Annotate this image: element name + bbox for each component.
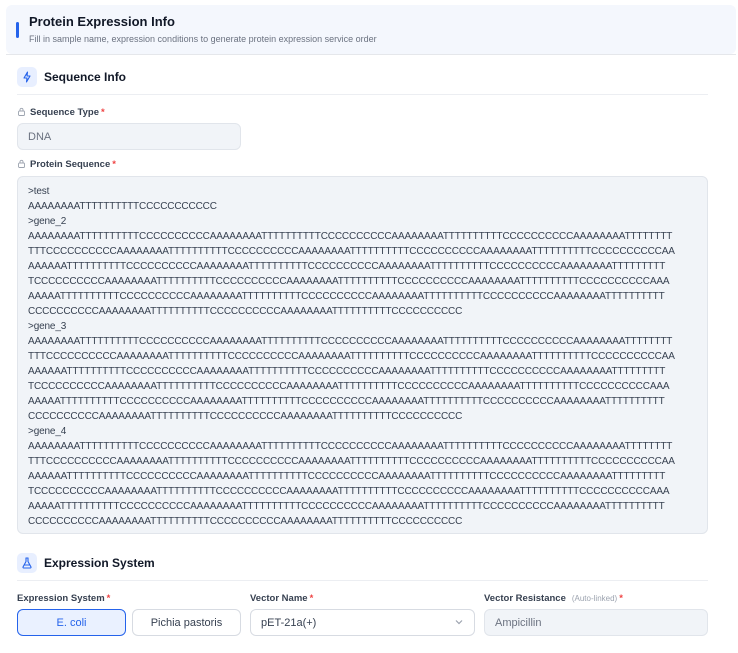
required-asterisk: *: [309, 593, 314, 604]
required-asterisk: *: [106, 593, 111, 604]
vector-resistance-label-text: Vector Resistance: [484, 593, 566, 604]
section-divider: [17, 580, 708, 581]
sequence-type-label-text: Sequence Type: [30, 107, 99, 118]
required-asterisk: *: [112, 159, 116, 170]
expression-option-ecoli[interactable]: E. coli: [17, 609, 126, 636]
protein-sequence-textarea[interactable]: >test AAAAAAAATTTTTTTTTTCCCCCCCCCCC >gen…: [17, 176, 708, 534]
page-header: Protein Expression Info Fill in sample n…: [6, 5, 736, 54]
vector-name-label-text: Vector Name: [250, 593, 308, 604]
lock-icon: [17, 107, 26, 118]
protein-sequence-label-text: Protein Sequence: [30, 159, 111, 170]
section-expression-system: Expression System: [17, 553, 155, 573]
vector-name-label: Vector Name *: [250, 593, 313, 604]
sequence-icon: [17, 67, 37, 87]
section-sequence-info: Sequence Info: [17, 67, 126, 87]
header-accent-bar: [16, 22, 19, 38]
vector-resistance-field[interactable]: Ampicillin: [484, 609, 708, 636]
header-divider: [6, 54, 736, 55]
section-title: Sequence Info: [44, 70, 127, 84]
auto-linked-hint: (Auto-linked): [571, 594, 618, 603]
vector-name-select[interactable]: pET-21a(+): [250, 609, 475, 636]
vector-name-value: pET-21a(+): [261, 616, 317, 629]
flask-icon: [17, 553, 37, 573]
chevron-down-icon: [454, 617, 464, 630]
section-title: Expression System: [44, 556, 155, 570]
expression-system-label: Expression System *: [17, 593, 110, 604]
page-subtitle: Fill in sample name, expression conditio…: [29, 34, 377, 44]
required-asterisk: *: [619, 593, 623, 604]
sequence-type-field[interactable]: DNA: [17, 123, 241, 150]
sequence-type-label: Sequence Type *: [17, 107, 105, 118]
lock-icon: [17, 159, 26, 170]
expression-system-label-text: Expression System: [17, 593, 105, 604]
protein-sequence-label: Protein Sequence *: [17, 159, 116, 170]
section-divider: [17, 94, 708, 95]
expression-option-pichia[interactable]: Pichia pastoris: [132, 609, 241, 636]
required-asterisk: *: [101, 107, 105, 118]
page-title: Protein Expression Info: [29, 14, 175, 29]
vector-resistance-label: Vector Resistance (Auto-linked) *: [484, 593, 623, 604]
